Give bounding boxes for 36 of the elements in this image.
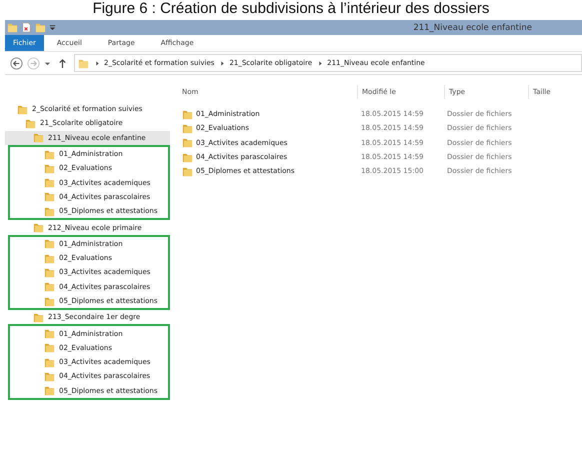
caret-icon[interactable] (44, 60, 51, 66)
dropdown-icon[interactable] (49, 24, 56, 31)
folder-icon (78, 58, 89, 68)
folder-icon (182, 152, 193, 163)
window-title: 211_Niveau ecole enfantine (413, 22, 532, 32)
folder-icon (44, 266, 55, 278)
folder-icon (182, 122, 193, 134)
folder-icon (44, 385, 55, 396)
folder-icon (44, 252, 55, 264)
folder-icon (44, 162, 55, 174)
folder-icon (182, 137, 193, 148)
folder-icon (44, 191, 55, 202)
folder-icon (44, 148, 55, 160)
folder-icon (25, 118, 36, 129)
document-icon[interactable] (21, 22, 32, 33)
folder-icon (33, 222, 44, 234)
folder-icon (182, 166, 193, 177)
back-icon[interactable] (10, 56, 23, 70)
chevron-icon[interactable] (95, 60, 100, 66)
folder-icon (44, 206, 55, 217)
folder-icon (17, 104, 28, 115)
folder-icon (44, 296, 55, 306)
figure-caption: Figure 6 : Création de subdivisions à l’intérieur des dossiers (92, 0, 490, 18)
folder-icon (44, 370, 55, 382)
chevron-icon[interactable] (318, 60, 324, 66)
folder-icon (44, 328, 55, 340)
folder-icon (33, 132, 44, 144)
folder-icon (44, 356, 55, 368)
folder-icon (44, 342, 55, 354)
folder-icon (44, 238, 55, 250)
folder-icon (182, 108, 193, 120)
folder-icon (44, 281, 55, 292)
folder-icon (33, 312, 44, 323)
chevron-icon[interactable] (220, 60, 226, 66)
up-arrow-icon[interactable] (58, 58, 67, 68)
folder-icon (44, 177, 55, 188)
